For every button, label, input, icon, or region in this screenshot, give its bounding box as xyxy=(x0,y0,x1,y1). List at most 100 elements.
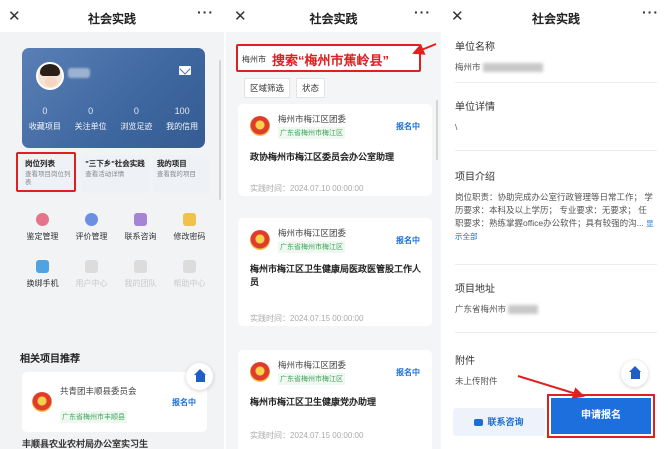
profile-card: 0 收藏项目 0 关注单位 0 浏览足迹 100 我的信用 xyxy=(22,48,205,148)
field-label: 项目地址 xyxy=(455,284,495,295)
page-title: 社会实践 xyxy=(531,12,580,26)
stat-label: 关注单位 xyxy=(74,122,107,131)
grid-contact[interactable]: 联系咨询 xyxy=(116,213,165,242)
search-input[interactable]: 梅州市 搜索“梅州市蕉岭县” xyxy=(236,44,421,72)
stat-number: 0 xyxy=(88,106,94,116)
field-unit-detail: 单位详情 \ xyxy=(455,98,655,134)
grid-label: 帮助中心 xyxy=(173,279,206,288)
job-card[interactable]: 梅州市梅江区团委 广东省梅州市梅江区 报名中 政协梅州市梅江区委员会办公室助理 … xyxy=(238,104,432,196)
nav-bar: ✕ 社会实践 ··· xyxy=(443,0,669,32)
highlight-box-apply: 申请报名 xyxy=(547,394,655,438)
divider xyxy=(455,150,657,151)
field-value: 梅州市 xyxy=(455,61,655,74)
team-icon xyxy=(134,260,147,273)
page-title: 社会实践 xyxy=(87,12,136,26)
field-value: \ xyxy=(455,122,458,132)
org-place: 广东省梅州市梅江区 xyxy=(278,373,345,385)
card-my-projects[interactable]: 我的项目 查看我的项目 xyxy=(152,155,209,193)
consult-label: 联系咨询 xyxy=(487,417,524,427)
stat-label: 收藏项目 xyxy=(28,122,61,131)
grid-label: 联系咨询 xyxy=(124,232,157,241)
phone-screen-home: ✕ 社会实践 ··· 0 收藏项目 0 关注单位 0 浏览足迹 100 我的信用 xyxy=(0,0,224,449)
job-card[interactable]: 梅州市梅江区团委 广东省梅州市梅江区 报名中 梅州市梅江区卫生健康局医政医管股工… xyxy=(238,218,432,326)
more-icon[interactable]: ··· xyxy=(414,4,431,20)
stat-history[interactable]: 0 浏览足迹 xyxy=(114,106,160,132)
stat-credit[interactable]: 100 我的信用 xyxy=(159,106,205,132)
card-subtitle: 查看我的项目 xyxy=(156,171,196,178)
divider xyxy=(455,264,657,265)
status-badge: 报名中 xyxy=(396,236,420,245)
more-icon[interactable]: ··· xyxy=(642,4,659,20)
job-title: 政协梅州市梅江区委员会办公室助理 xyxy=(250,152,395,162)
org-name: 梅州市梅江区团委 xyxy=(278,228,347,238)
profile-stats: 0 收藏项目 0 关注单位 0 浏览足迹 100 我的信用 xyxy=(22,106,205,132)
org-name: 共青团丰顺县委员会 xyxy=(60,386,137,396)
scrollbar[interactable] xyxy=(436,100,438,160)
card-sanxiaxiang[interactable]: "三下乡"社会实践 查看活动详情 xyxy=(81,155,149,193)
search-annotation: 搜索“梅州市蕉岭县” xyxy=(272,53,390,68)
filter-bar: 区域筛选 状态 xyxy=(244,78,326,98)
status-badge: 报名中 xyxy=(396,368,420,377)
stat-following[interactable]: 0 关注单位 xyxy=(68,106,114,132)
grid-password[interactable]: 修改密码 xyxy=(165,213,214,242)
home-button[interactable] xyxy=(186,363,213,390)
recommend-card[interactable]: 共青团丰顺县委员会 广东省梅州市丰顺县 报名中 xyxy=(22,372,207,432)
job-time: 实践时间：2024.07.10 00:00:00 xyxy=(250,184,364,193)
youth-league-emblem-icon xyxy=(250,116,270,136)
field-value: 岗位职责：协助完成办公室行政管理等日常工作； 学历要求：本科及以上学历； 专业要… xyxy=(455,191,655,243)
nav-bar: ✕ 社会实践 ··· xyxy=(0,0,224,32)
org-place: 广东省梅州市梅江区 xyxy=(278,127,345,139)
redacted-bar xyxy=(508,305,539,315)
job-title: 梅州市梅江区卫生健康局医政医管股工作人员 xyxy=(250,264,422,287)
grid-evaluation[interactable]: 评价管理 xyxy=(67,213,116,242)
stat-number: 0 xyxy=(133,106,139,116)
evaluation-icon xyxy=(85,213,98,226)
apply-button[interactable]: 申请报名 xyxy=(551,398,651,434)
youth-league-emblem-icon xyxy=(32,392,52,412)
home-icon xyxy=(193,369,206,382)
grid-help-center[interactable]: 帮助中心 xyxy=(165,260,214,289)
consult-button[interactable]: 联系咨询 xyxy=(453,408,545,436)
grid-user-center[interactable]: 用户中心 xyxy=(67,260,116,289)
address-text: 广东省梅州市 xyxy=(455,304,507,314)
scrollbar[interactable] xyxy=(219,60,221,200)
filter-status[interactable]: 状态 xyxy=(296,78,326,98)
grid-label: 鉴定管理 xyxy=(26,232,59,241)
home-icon xyxy=(628,366,641,379)
highlight-box-job-list xyxy=(16,152,76,192)
field-label: 项目介绍 xyxy=(455,172,495,183)
avatar[interactable] xyxy=(36,62,64,90)
chat-icon xyxy=(474,419,484,426)
page-title: 社会实践 xyxy=(309,12,358,26)
field-project-intro: 项目介绍 岗位职责：协助完成办公室行政管理等日常工作； 学历要求：本科及以上学历… xyxy=(455,168,655,243)
mail-icon[interactable] xyxy=(179,66,191,75)
org-name: 梅州市梅江区团委 xyxy=(278,360,347,370)
grid-appraisal[interactable]: 鉴定管理 xyxy=(18,213,67,242)
org-name: 梅州市梅江区团委 xyxy=(278,114,347,124)
more-icon[interactable]: ··· xyxy=(197,4,214,20)
password-icon xyxy=(183,213,196,226)
field-label: 单位详情 xyxy=(455,102,495,113)
filter-region[interactable]: 区域筛选 xyxy=(244,78,291,98)
stat-number: 100 xyxy=(174,106,190,116)
unit-name-text: 梅州市 xyxy=(455,62,481,72)
stat-label: 我的信用 xyxy=(166,122,199,131)
org-place: 广东省梅州市梅江区 xyxy=(278,241,345,253)
org-place: 广东省梅州市丰顺县 xyxy=(60,411,127,423)
job-time: 实践时间：2024.07.15 00:00:00 xyxy=(250,431,364,440)
job-card[interactable]: 梅州市梅江区团委 广东省梅州市梅江区 报名中 梅州市梅江区卫生健康党办助理 实践… xyxy=(238,350,432,449)
consult-content: 联系咨询 xyxy=(474,417,524,427)
grid-label: 评价管理 xyxy=(75,232,108,241)
redacted-bar xyxy=(482,63,543,73)
card-title: 我的项目 xyxy=(156,159,187,168)
function-grid: 鉴定管理 评价管理 联系咨询 修改密码 换绑手机 用户中心 我的团队 帮助中心 xyxy=(18,213,214,289)
grid-label: 换绑手机 xyxy=(26,279,59,288)
job-title: 梅州市梅江区卫生健康党办助理 xyxy=(250,397,377,407)
stat-favorites[interactable]: 0 收藏项目 xyxy=(22,106,68,132)
next-project-title[interactable]: 丰顺县农业农村局办公室实习生 xyxy=(22,437,148,449)
field-label: 单位名称 xyxy=(455,42,495,53)
home-button[interactable] xyxy=(621,360,648,387)
grid-rebind-phone[interactable]: 换绑手机 xyxy=(18,260,67,289)
section-title: 相关项目推荐 xyxy=(20,354,80,365)
grid-my-team[interactable]: 我的团队 xyxy=(116,260,165,289)
